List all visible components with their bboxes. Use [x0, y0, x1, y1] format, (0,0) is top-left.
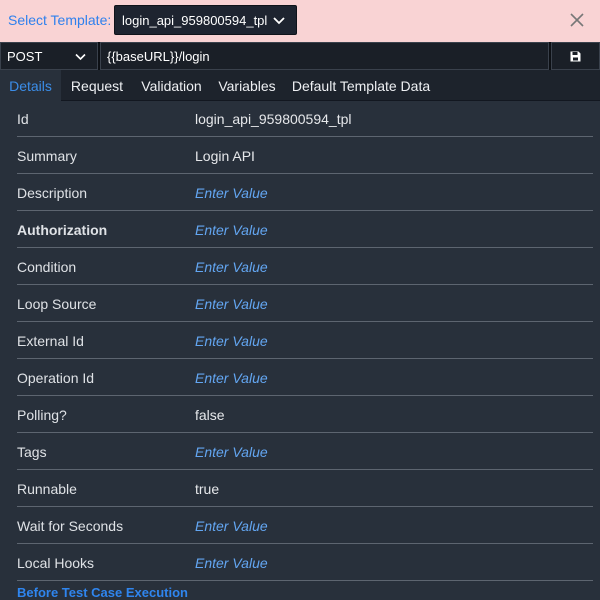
detail-value[interactable]: Enter Value [195, 444, 268, 460]
detail-key: External Id [17, 333, 84, 349]
detail-value[interactable]: login_api_959800594_tpl [195, 111, 351, 127]
detail-value[interactable]: Enter Value [195, 222, 268, 238]
tab-default-template-data[interactable]: Default Template Data [284, 70, 438, 101]
detail-key: Description [17, 185, 88, 201]
method-select[interactable]: POST [0, 42, 98, 70]
detail-key: Runnable [17, 481, 77, 497]
detail-row-runnable: Runnable true [0, 470, 600, 507]
tab-bar: Details Request Validation Variables Def… [0, 70, 600, 101]
select-template-label: Select Template: [8, 12, 112, 28]
detail-value[interactable]: Enter Value [195, 370, 268, 386]
detail-key: Loop Source [17, 296, 97, 312]
detail-key: Tags [17, 444, 47, 460]
detail-key: Authorization [17, 222, 108, 238]
detail-value[interactable]: Enter Value [195, 333, 268, 349]
detail-value[interactable]: Enter Value [195, 185, 268, 201]
detail-key: Summary [17, 148, 77, 164]
detail-row-operation-id: Operation Id Enter Value [0, 359, 600, 396]
tab-label: Validation [141, 78, 202, 94]
detail-value[interactable]: Login API [195, 148, 255, 164]
template-select[interactable]: login_api_959800594_tpl [114, 5, 297, 35]
detail-row-condition: Condition Enter Value [0, 248, 600, 285]
tab-label: Variables [218, 78, 276, 94]
close-icon[interactable] [570, 13, 584, 27]
detail-key: Id [17, 111, 29, 127]
request-url-bar: POST {{baseURL}}/login [0, 42, 600, 70]
before-test-case-execution-link[interactable]: Before Test Case Execution [17, 585, 188, 600]
chevron-down-icon [75, 53, 86, 61]
detail-row-id: Id login_api_959800594_tpl [0, 100, 600, 137]
detail-row-summary: Summary Login API [0, 137, 600, 174]
detail-value[interactable]: true [195, 481, 219, 497]
detail-row-external-id: External Id Enter Value [0, 322, 600, 359]
detail-row-tags: Tags Enter Value [0, 433, 600, 470]
detail-key: Condition [17, 259, 77, 275]
template-header: Select Template: login_api_959800594_tpl [0, 0, 600, 42]
chevron-down-icon [273, 17, 285, 25]
url-value: {{baseURL}}/login [107, 49, 210, 64]
save-icon [570, 51, 581, 62]
template-select-value: login_api_959800594_tpl [122, 13, 268, 28]
detail-value[interactable]: Enter Value [195, 296, 268, 312]
detail-row-wait-for-seconds: Wait for Seconds Enter Value [0, 507, 600, 544]
save-button[interactable] [551, 42, 600, 70]
detail-key: Wait for Seconds [17, 518, 124, 534]
detail-value[interactable]: Enter Value [195, 518, 268, 534]
detail-row-polling: Polling? false [0, 396, 600, 433]
detail-key: Local Hooks [17, 555, 95, 571]
tab-label: Details [9, 78, 52, 94]
detail-row-description: Description Enter Value [0, 174, 600, 211]
method-value: POST [7, 49, 43, 64]
tab-request[interactable]: Request [61, 70, 133, 101]
detail-row-loop-source: Loop Source Enter Value [0, 285, 600, 322]
detail-row-authorization: Authorization Enter Value [0, 211, 600, 248]
url-input[interactable]: {{baseURL}}/login [100, 42, 549, 70]
detail-value[interactable]: Enter Value [195, 555, 268, 571]
tab-label: Request [70, 78, 124, 94]
tab-label: Default Template Data [291, 78, 431, 94]
detail-value[interactable]: Enter Value [195, 259, 268, 275]
detail-key: Polling? [17, 407, 67, 423]
tab-details[interactable]: Details [0, 70, 61, 101]
tab-variables[interactable]: Variables [210, 70, 284, 101]
detail-key: Operation Id [17, 370, 95, 386]
detail-row-local-hooks: Local Hooks Enter Value [0, 544, 600, 581]
row-divider [17, 580, 593, 581]
detail-value[interactable]: false [195, 407, 225, 423]
tab-validation[interactable]: Validation [133, 70, 210, 101]
